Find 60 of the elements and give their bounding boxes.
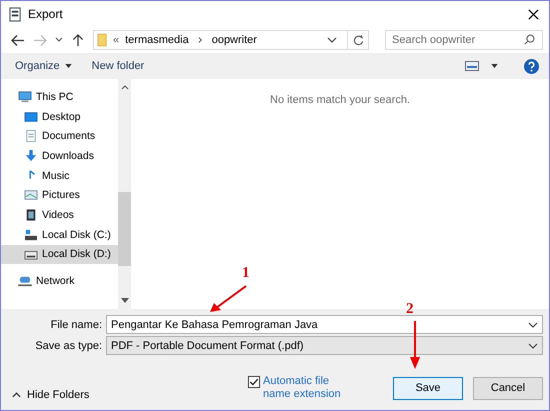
address-bar[interactable]: « termasmedia oopwriter	[93, 30, 369, 50]
save-button[interactable]: Save	[393, 376, 463, 400]
folder-icon	[97, 33, 107, 47]
sidebar-item[interactable]: Local Disk (C:)	[1, 224, 118, 244]
window-title: Export	[28, 7, 64, 21]
sidebar-item[interactable]: Desktop	[1, 106, 118, 126]
back-icon[interactable]	[11, 34, 25, 46]
chevron-down-icon[interactable]	[528, 322, 538, 328]
organize-button[interactable]: Organize	[7, 58, 80, 74]
chevron-down-icon[interactable]	[327, 37, 337, 43]
view-icon[interactable]	[465, 61, 479, 71]
network-icon	[18, 275, 32, 288]
chevron-up-icon	[12, 392, 21, 398]
sidebar-item[interactable]: Network	[1, 271, 118, 291]
file-type-dropdown[interactable]: PDF - Portable Document Format (.pdf)	[106, 336, 543, 355]
desktop-icon	[24, 110, 38, 123]
sidebar-item[interactable]: Local Disk (D:)	[1, 244, 118, 264]
sidebar-item[interactable]: Videos	[1, 205, 118, 225]
sidebar-item[interactable]: Pictures	[1, 185, 118, 206]
up-icon[interactable]	[71, 34, 85, 46]
close-icon[interactable]	[528, 8, 539, 20]
document-icon	[24, 130, 38, 142]
annotation-arrow	[208, 284, 248, 314]
chevron-right-icon[interactable]	[198, 36, 203, 44]
sidebar-item[interactable]: This PC	[1, 87, 118, 107]
drive-icon	[24, 248, 38, 260]
field-label: Save as type:	[34, 340, 103, 352]
search-field[interactable]: Search oopwriter	[385, 30, 543, 50]
checkbox-label[interactable]: Automatic file name extension	[263, 375, 355, 401]
caret-icon[interactable]	[491, 64, 498, 68]
monitor-icon	[18, 90, 32, 103]
new-folder-button[interactable]: New folder	[84, 58, 152, 74]
drive-icon	[24, 228, 38, 241]
app-icon	[9, 6, 22, 22]
picture-icon	[24, 189, 38, 202]
cancel-button[interactable]: Cancel	[473, 376, 543, 400]
download-icon	[24, 150, 38, 162]
annotation-arrow	[409, 321, 421, 369]
video-icon	[24, 208, 38, 221]
help-icon[interactable]	[524, 58, 539, 74]
caret-icon	[64, 64, 72, 68]
checkbox[interactable]	[248, 376, 260, 388]
path-overflow[interactable]: «	[113, 34, 120, 46]
file-name-field[interactable]: Pengantar Ke Bahasa Pemrograman Java	[106, 315, 543, 334]
field-label: File name:	[50, 318, 103, 330]
sidebar-item[interactable]: Music	[1, 166, 118, 186]
annotation-number: 1	[242, 265, 250, 282]
search-icon	[524, 34, 535, 45]
hide-folders-button[interactable]: Hide Folders	[9, 387, 92, 403]
scroll-up-icon[interactable]	[120, 85, 128, 90]
sidebar-item[interactable]: Documents	[1, 126, 118, 146]
breadcrumb[interactable]: termasmedia	[125, 34, 189, 46]
chevron-down-icon[interactable]	[55, 37, 63, 43]
scroll-down-icon[interactable]	[120, 298, 128, 303]
breadcrumb[interactable]: oopwriter	[212, 34, 257, 46]
refresh-icon[interactable]	[352, 34, 364, 46]
annotation-number: 2	[406, 301, 414, 318]
sidebar-item[interactable]: Downloads	[1, 146, 118, 166]
chevron-down-icon[interactable]	[528, 342, 538, 348]
empty-message: No items match your search.	[270, 94, 410, 108]
